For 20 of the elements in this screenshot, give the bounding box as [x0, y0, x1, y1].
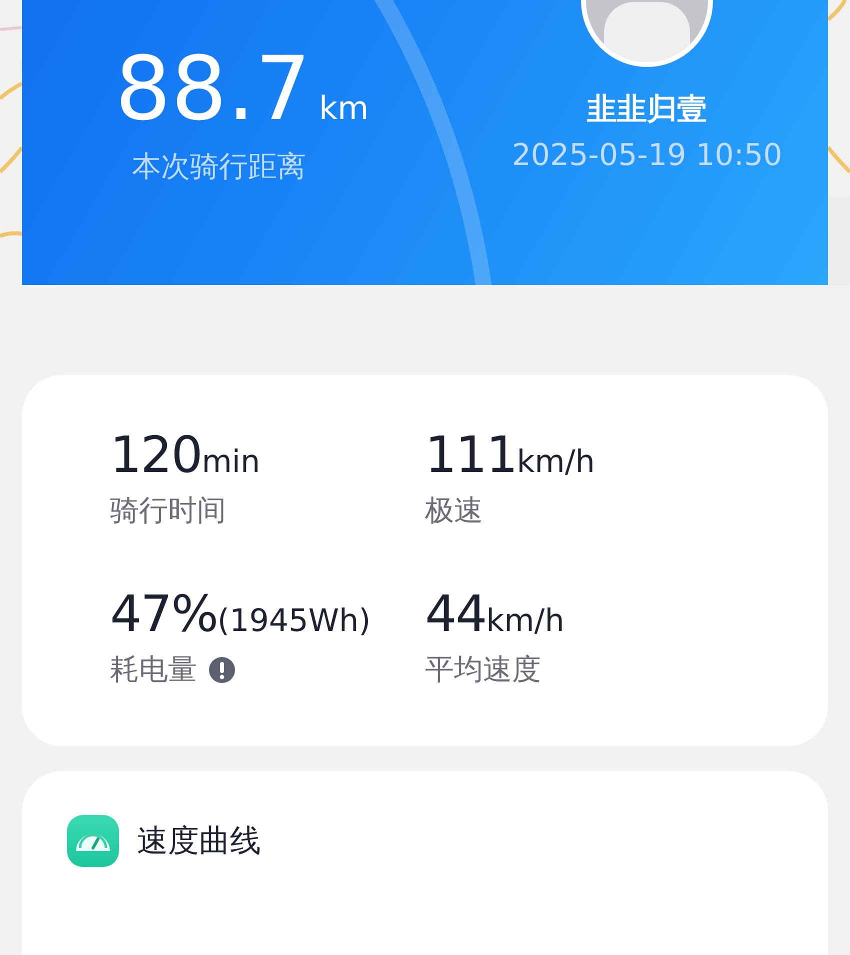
info-icon[interactable]	[209, 656, 235, 682]
distance-unit: km	[318, 92, 369, 124]
stat-label: 平均速度	[425, 655, 541, 684]
stat-value: 120	[110, 430, 202, 480]
rider-name: 韭韭归壹	[587, 95, 707, 125]
stat-label: 极速	[425, 496, 483, 525]
stat-value: 44	[425, 589, 486, 639]
distance-value: 88.7	[115, 45, 311, 133]
stat-unit: (1945Wh)	[217, 606, 371, 637]
stat-label: 耗电量	[110, 655, 197, 684]
stat-unit: km/h	[516, 447, 595, 478]
stat-unit: min	[202, 447, 260, 478]
distance-label: 本次骑行距离	[132, 148, 307, 185]
stat-value: 47%	[110, 589, 218, 639]
stat-value: 111	[425, 430, 517, 480]
stat-unit: km/h	[486, 606, 564, 637]
section-title: 速度曲线	[137, 822, 261, 861]
stat-label: 骑行时间	[110, 496, 226, 525]
speedometer-icon	[67, 815, 119, 868]
ride-datetime: 2025-05-19 10:50	[512, 141, 782, 171]
